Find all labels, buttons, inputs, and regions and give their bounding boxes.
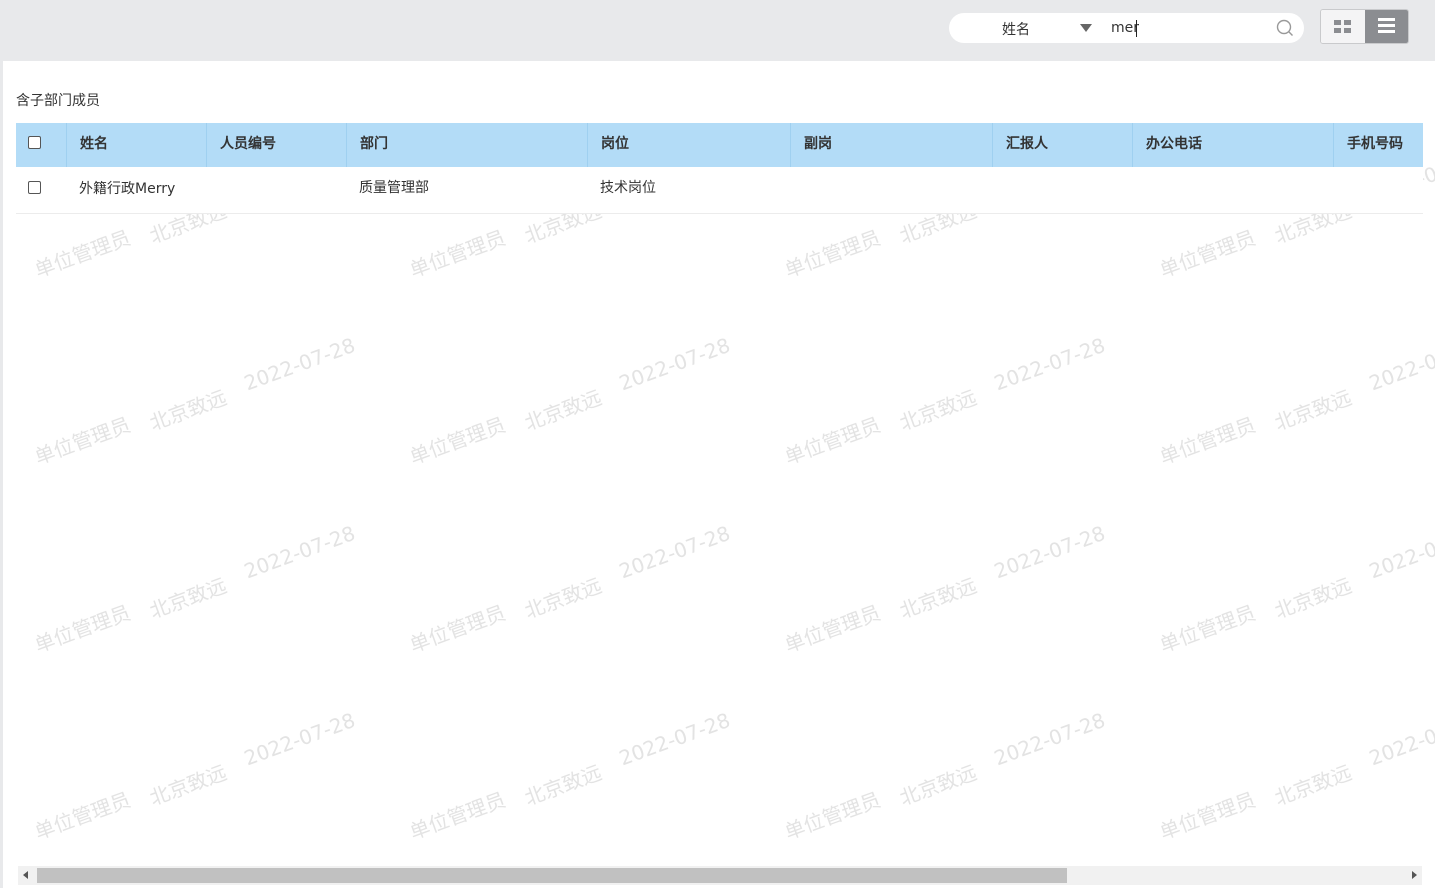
cell-position: 技术岗位 [600,180,656,196]
watermark-role: 单位管理员 [406,600,509,658]
horizontal-scrollbar[interactable] [18,866,1422,885]
top-toolbar: 姓名 [0,0,1435,60]
scrollbar-thumb[interactable] [37,868,1067,883]
column-header-secondary-position[interactable]: 副岗 [790,123,992,167]
watermark-role: 单位管理员 [31,412,134,470]
watermark-role: 单位管理员 [31,600,134,658]
watermark-company: 北京致远 [1271,760,1355,811]
watermark-role: 单位管理员 [781,412,884,470]
cell-employee-id [206,167,346,213]
watermark-role: 单位管理员 [781,600,884,658]
watermark-date: 2022-07-28 [615,520,734,584]
column-header-employee-id[interactable]: 人员编号 [206,123,346,167]
list-icon [1378,18,1395,33]
grid-icon [1334,20,1351,33]
members-table: 姓名 人员编号 部门 岗位 副岗 汇报人 办公电话 手机号码 外籍行政Merry… [16,123,1423,214]
search-field-label: 姓名 [1002,22,1030,38]
table-row[interactable]: 外籍行政Merry 质量管理部 技术岗位 [16,167,1423,214]
watermark-date: 2022-07-28 [990,707,1109,771]
watermark-role: 单位管理员 [781,225,884,283]
watermark-role: 单位管理员 [781,787,884,845]
header-select-all-cell [16,123,66,167]
watermark-role: 单位管理员 [406,225,509,283]
chevron-down-icon [1080,24,1092,32]
watermark-date: 2022-07-28 [240,707,359,771]
main-content: 单位管理员北京致远2022-07-28单位管理员北京致远2022-07-28单位… [3,61,1435,888]
watermark-company: 北京致远 [896,573,980,624]
watermark-role: 单位管理员 [406,412,509,470]
cell-name: 外籍行政Merry [79,181,176,197]
cell-mobile [1333,167,1423,213]
watermark-role: 单位管理员 [31,787,134,845]
view-toggle [1320,9,1409,44]
watermark-role: 单位管理员 [406,787,509,845]
row-checkbox[interactable] [28,181,41,194]
text-cursor [1136,20,1137,37]
column-header-office-phone[interactable]: 办公电话 [1132,123,1333,167]
watermark-date: 2022-07-28 [240,332,359,396]
watermark-date: 2022-07-28 [615,707,734,771]
watermark-company: 北京致远 [146,760,230,811]
cell-department: 质量管理部 [359,180,429,196]
select-all-checkbox[interactable] [28,136,41,149]
grid-view-button[interactable] [1321,10,1365,43]
row-select-cell [16,167,66,213]
column-header-position[interactable]: 岗位 [587,123,790,167]
watermark-date: 2022-07-28 [240,520,359,584]
watermark-role: 单位管理员 [1156,225,1259,283]
column-header-mobile[interactable]: 手机号码 [1333,123,1423,167]
table-header: 姓名 人员编号 部门 岗位 副岗 汇报人 办公电话 手机号码 [16,123,1423,167]
watermark-date: 2022-07-28 [990,520,1109,584]
watermark-company: 北京致远 [1271,385,1355,436]
search-box: 姓名 [949,13,1304,43]
watermark-company: 北京致远 [896,760,980,811]
watermark-company: 北京致远 [1271,573,1355,624]
search-input[interactable] [1111,17,1271,39]
watermark-date: 2022-07-28 [615,332,734,396]
scroll-right-icon[interactable] [1412,871,1417,879]
watermark-company: 北京致远 [896,385,980,436]
search-field-select[interactable]: 姓名 [949,13,1099,43]
list-view-button[interactable] [1365,10,1408,43]
column-header-reports-to[interactable]: 汇报人 [992,123,1132,167]
section-title: 含子部门成员 [16,93,100,109]
cell-office-phone [1132,167,1333,213]
watermark-company: 北京致远 [146,385,230,436]
watermark-date: 2022-07-28 [990,332,1109,396]
watermark-company: 北京致远 [146,573,230,624]
watermark-role: 单位管理员 [1156,600,1259,658]
column-header-department[interactable]: 部门 [346,123,587,167]
watermark-company: 北京致远 [521,385,605,436]
cell-reports-to [992,167,1132,213]
search-icon[interactable] [1275,18,1295,38]
watermark-date: 2022-07-28 [1365,707,1435,771]
watermark-role: 单位管理员 [1156,787,1259,845]
column-header-name[interactable]: 姓名 [66,123,206,167]
scroll-left-icon[interactable] [23,871,28,879]
cell-secondary-position [790,167,992,213]
watermark-date: 2022-07-28 [1365,332,1435,396]
watermark-company: 北京致远 [521,573,605,624]
watermark-role: 单位管理员 [31,225,134,283]
watermark-date: 2022-07-28 [1365,520,1435,584]
watermark-company: 北京致远 [521,760,605,811]
watermark-role: 单位管理员 [1156,412,1259,470]
